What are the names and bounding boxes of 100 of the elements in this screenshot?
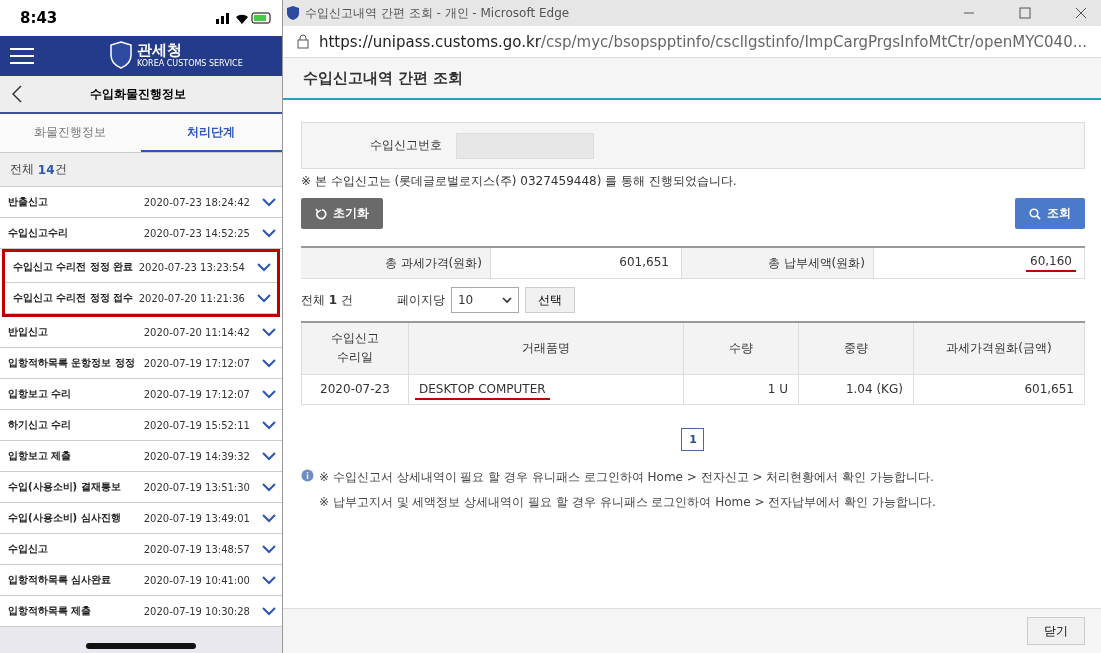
close-button[interactable]: 닫기	[1027, 617, 1085, 645]
menu-icon[interactable]	[10, 47, 34, 65]
total-text: 전체 1 건	[300, 291, 353, 309]
step-name: 수입(사용소비) 심사진행	[8, 511, 122, 525]
chevron-down-icon[interactable]	[261, 575, 276, 585]
step-name: 수입신고	[8, 542, 49, 556]
shield-emblem-icon	[110, 41, 132, 69]
chevron-down-icon[interactable]	[256, 262, 271, 272]
per-page-select[interactable]: 10	[451, 287, 519, 313]
list-row[interactable]: 입항적하목록 심사완료 2020-07-19 10:41:00	[0, 565, 282, 596]
back-icon[interactable]	[12, 85, 22, 103]
summary-label: 총 과세가격(원화)	[300, 248, 491, 278]
caret-icon	[502, 296, 512, 304]
maximize-icon[interactable]	[1019, 7, 1031, 19]
list-row[interactable]: 반출신고 2020-07-23 18:24:42	[0, 187, 282, 218]
step-name: 입항적하목록 제출	[8, 604, 93, 618]
step-name: 입항적하목록 심사완료	[8, 573, 113, 587]
step-name: 입항적하목록 운항정보 정정	[8, 356, 136, 370]
logo-subtitle: KOREA CUSTOMS SERVICE	[137, 59, 243, 68]
chevron-down-icon[interactable]	[261, 358, 276, 368]
column-header: 과세가격원화(금액)	[913, 322, 1085, 374]
table-cell: DESKTOP COMPUTER	[408, 374, 684, 404]
list-row[interactable]: 수입신고 2020-07-19 13:48:57	[0, 534, 282, 565]
list-row[interactable]: 수입신고 수리전 정정 접수 2020-07-20 11:21:36	[5, 283, 277, 314]
search-icon	[1029, 207, 1041, 220]
step-time: 2020-07-19 17:12:07	[143, 388, 250, 400]
list-row[interactable]: 수입신고 수리전 정정 완료 2020-07-23 13:23:54	[5, 252, 277, 283]
chevron-down-icon[interactable]	[261, 327, 276, 337]
list-row[interactable]: 입항보고 수리 2020-07-19 17:12:07	[0, 379, 282, 410]
step-time: 2020-07-23 14:52:25	[143, 227, 250, 239]
window-title: 수입신고내역 간편 조회 - 개인 - Microsoft Edge	[304, 4, 571, 22]
list-row[interactable]: 반입신고 2020-07-20 11:14:42	[0, 317, 282, 348]
table-cell: 1.04 (KG)	[798, 374, 914, 404]
step-time: 2020-07-19 17:12:07	[143, 357, 250, 369]
table-cell: 2020-07-23	[301, 374, 409, 404]
step-time: 2020-07-23 13:23:54	[138, 261, 245, 273]
chevron-down-icon[interactable]	[261, 451, 276, 461]
chevron-down-icon[interactable]	[261, 482, 276, 492]
reset-button[interactable]: 초기화	[300, 198, 383, 229]
chevron-down-icon[interactable]	[261, 606, 276, 616]
logo-name: 관세청	[137, 42, 183, 58]
step-name: 수입신고 수리전 정정 완료	[13, 260, 135, 274]
blurred-input-field[interactable]	[455, 132, 594, 159]
status-time: 8:43	[20, 9, 58, 27]
search-button[interactable]: 조회	[1015, 198, 1085, 229]
step-name: 수입신고 수리전 정정 접수	[13, 291, 135, 305]
step-time: 2020-07-19 13:49:01	[143, 512, 250, 524]
column-header: 수량	[683, 322, 799, 374]
list-row[interactable]: 입항적하목록 운항정보 정정 2020-07-19 17:12:07	[0, 348, 282, 379]
total-unit: 건	[54, 161, 67, 178]
chevron-down-icon[interactable]	[261, 544, 276, 554]
step-name: 하기신고 수리	[8, 418, 73, 432]
screen-title: 수입화물진행정보	[89, 85, 187, 103]
per-page-label: 페이지당	[397, 291, 445, 309]
info-note: ※ 납부고지서 및 세액정보 상세내역이 필요 할 경우 유니패스 로그인하여 Home > 전자납부에서 확인 가능합니다.	[318, 493, 937, 511]
close-icon[interactable]	[1075, 7, 1087, 19]
step-time: 2020-07-20 11:21:36	[138, 292, 245, 304]
step-name: 입항보고 수리	[8, 387, 73, 401]
page-title: 수입신고내역 간편 조회	[282, 58, 1101, 100]
list-row[interactable]: 수입(사용소비) 심사진행 2020-07-19 13:49:01	[0, 503, 282, 534]
total-count: 14	[37, 162, 55, 177]
status-icons	[215, 12, 272, 24]
info-note: ※ 수입신고서 상세내역이 필요 할 경우 유니패스 로그인하여 Home > 전자신고 > 처리현황에서 확인 가능합니다.	[318, 468, 935, 486]
column-header: 수입신고 수리일	[301, 322, 409, 374]
home-indicator-icon	[86, 643, 196, 649]
step-time: 2020-07-19 10:41:00	[143, 574, 250, 586]
info-icon	[300, 468, 314, 482]
step-name: 수입(사용소비) 결재통보	[8, 480, 122, 494]
step-time: 2020-07-20 11:14:42	[143, 326, 250, 338]
summary-label: 총 납부세액(원화)	[681, 248, 874, 278]
chevron-down-icon[interactable]	[261, 420, 276, 430]
shield-favicon-icon	[286, 6, 299, 20]
step-name: 반출신고	[8, 195, 49, 209]
column-header: 중량	[798, 322, 914, 374]
step-name: 반입신고	[8, 325, 49, 339]
step-time: 2020-07-19 10:30:28	[143, 605, 250, 617]
step-time: 2020-07-23 18:24:42	[143, 196, 250, 208]
table-cell: 1 U	[683, 374, 799, 404]
notice-text: ※ 본 수입신고는 (롯데글로벌로지스(주) 0327459448) 를 통해 진행되었습니다.	[300, 173, 738, 190]
chevron-down-icon[interactable]	[256, 293, 271, 303]
chevron-down-icon[interactable]	[261, 228, 276, 238]
chevron-down-icon[interactable]	[261, 197, 276, 207]
page-number[interactable]: 1	[681, 427, 705, 451]
chevron-down-icon[interactable]	[261, 389, 276, 399]
list-row[interactable]: 수입신고수리 2020-07-23 14:52:25	[0, 218, 282, 249]
list-row[interactable]: 입항보고 제출 2020-07-19 14:39:32	[0, 441, 282, 472]
list-row[interactable]: 하기신고 수리 2020-07-19 15:52:11	[0, 410, 282, 441]
list-row[interactable]: 수입(사용소비) 결재통보 2020-07-19 13:51:30	[0, 472, 282, 503]
field-label: 수입신고번호	[369, 137, 442, 154]
tab[interactable]: 화물진행정보	[0, 114, 141, 152]
select-button[interactable]: 선택	[525, 287, 575, 313]
column-header: 거래품명	[408, 322, 684, 374]
step-time: 2020-07-19 15:52:11	[143, 419, 250, 431]
lock-icon	[296, 34, 309, 49]
chevron-down-icon[interactable]	[261, 513, 276, 523]
refresh-icon	[314, 207, 327, 220]
total-label: 전체	[10, 161, 35, 178]
step-time: 2020-07-19 13:51:30	[143, 481, 250, 493]
step-time: 2020-07-19 13:48:57	[143, 543, 250, 555]
url-text: https://unipass.customs.go.kr/csp/myc/bsopspptinfo/cscllgstinfo/ImpCargPrgsInfoMtCtr/openMYC040...	[318, 32, 1087, 51]
